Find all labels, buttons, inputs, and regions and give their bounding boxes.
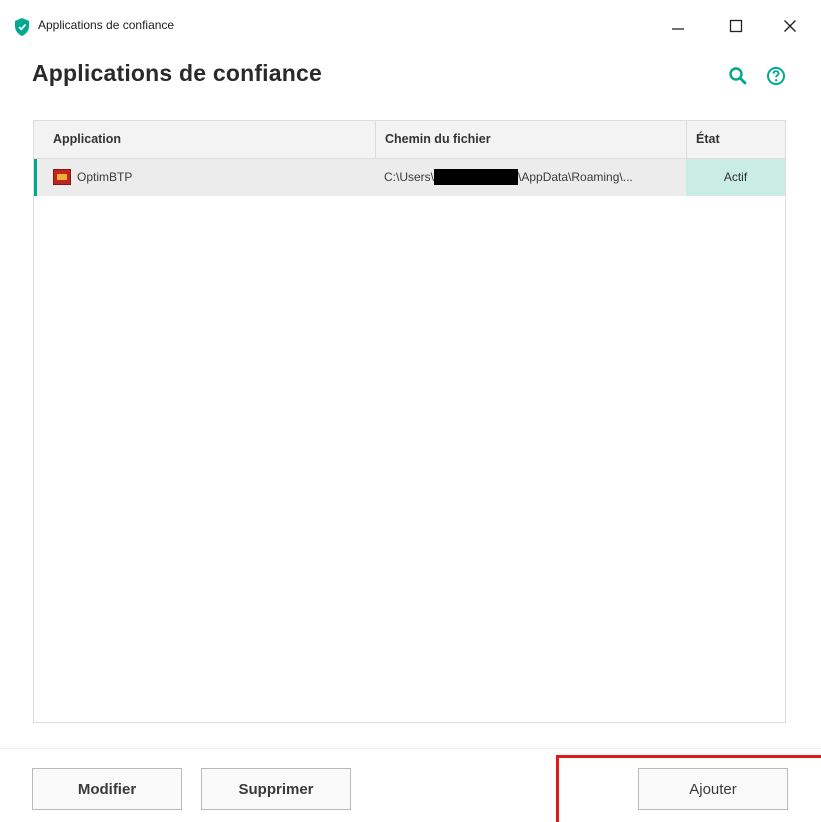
minimize-button[interactable] xyxy=(658,10,698,42)
maximize-icon xyxy=(729,19,743,33)
app-name: OptimBTP xyxy=(77,170,133,184)
close-icon xyxy=(784,20,796,32)
footer-divider xyxy=(0,748,821,749)
annotation-highlight-top xyxy=(556,755,821,758)
help-button[interactable] xyxy=(764,64,788,88)
modify-button[interactable]: Modifier xyxy=(32,768,182,810)
shield-icon xyxy=(15,18,29,36)
app-cell: OptimBTP xyxy=(53,159,363,196)
maximize-button[interactable] xyxy=(716,10,756,42)
redacted-block xyxy=(434,168,519,185)
selection-indicator xyxy=(34,159,37,196)
column-header-application[interactable]: Application xyxy=(34,121,375,158)
minimize-icon xyxy=(672,28,684,30)
window-title: Applications de confiance xyxy=(38,18,175,32)
path-suffix: \AppData\Roaming\... xyxy=(518,170,633,184)
help-icon xyxy=(767,67,785,85)
close-button[interactable] xyxy=(770,10,810,42)
path-prefix: C:\Users\ xyxy=(384,170,435,184)
page-title: Applications de confiance xyxy=(32,60,322,86)
title-bar: Applications de confiance xyxy=(0,0,821,50)
column-header-path[interactable]: Chemin du fichier xyxy=(375,121,686,158)
add-button[interactable]: Ajouter xyxy=(638,768,788,810)
path-cell: C:\Users\ \AppData\Roaming\... xyxy=(384,159,684,196)
search-button[interactable] xyxy=(726,64,750,88)
column-header-state[interactable]: État xyxy=(686,121,785,158)
search-icon xyxy=(729,67,747,85)
delete-button[interactable]: Supprimer xyxy=(201,768,351,810)
table-header: Application Chemin du fichier État xyxy=(34,121,785,159)
table-row[interactable]: OptimBTP C:\Users\ \AppData\Roaming\... A… xyxy=(34,159,785,196)
state-cell: Actif xyxy=(686,159,785,196)
trusted-apps-table: Application Chemin du fichier État Optim… xyxy=(33,120,786,723)
app-icon xyxy=(53,169,71,185)
trusted-apps-window: Applications de confiance Applications d… xyxy=(0,0,821,822)
annotation-highlight-left xyxy=(556,755,559,822)
